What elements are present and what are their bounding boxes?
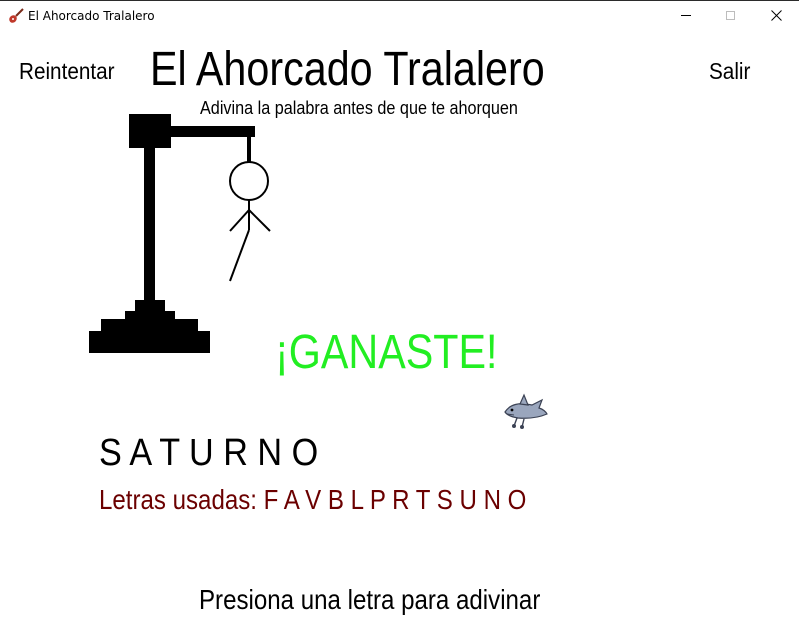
gallows [89, 114, 255, 353]
hangman-drawing [89, 114, 271, 353]
used-letters: Letras usadas: F A V B L P R T S U N O [99, 484, 527, 515]
shark-icon [504, 393, 548, 429]
win-message: ¡GANASTE! [275, 326, 498, 379]
word-display: S A T U R N O [99, 432, 319, 474]
stick-figure [229, 161, 271, 282]
guess-prompt: Presiona una letra para adivinar [199, 584, 541, 615]
